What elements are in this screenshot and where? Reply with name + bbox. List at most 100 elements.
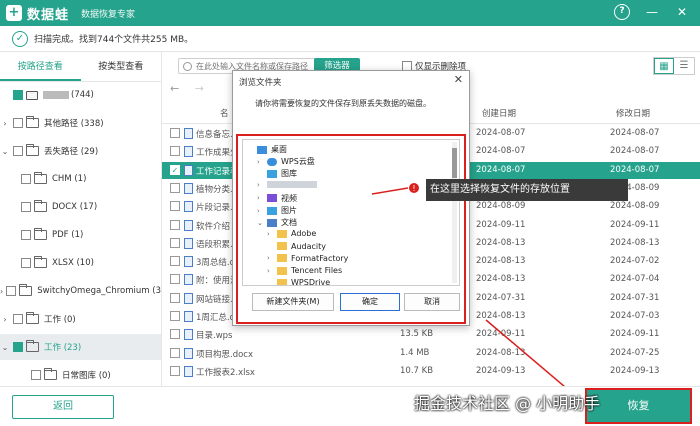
tree-item-chm[interactable]: CHM (1) xyxy=(0,166,161,192)
tree-item-work-23[interactable]: ⌄ 工作 (23) xyxy=(0,334,161,360)
chevron-down-icon[interactable]: ⌄ xyxy=(0,147,10,156)
file-name: 信息备忘.t xyxy=(196,130,237,140)
file-checkbox[interactable] xyxy=(170,219,180,230)
new-folder-button[interactable]: 新建文件夹(M) xyxy=(252,293,334,311)
file-checkbox[interactable] xyxy=(170,256,180,267)
tree-checkbox[interactable] xyxy=(13,314,23,324)
file-checkbox[interactable] xyxy=(170,128,180,138)
folder-icon xyxy=(34,200,47,212)
tree-checkbox[interactable] xyxy=(31,370,41,380)
chevron-right-icon[interactable]: › xyxy=(0,287,3,296)
folder-tree-item[interactable]: WPSDrive xyxy=(267,278,330,285)
folder-icon xyxy=(26,144,39,156)
tree-checkbox[interactable] xyxy=(13,342,23,352)
file-icon xyxy=(184,256,193,268)
cancel-button[interactable]: 取消 xyxy=(404,293,460,311)
file-checkbox[interactable] xyxy=(170,365,180,376)
column-created[interactable]: 创建日期 xyxy=(482,107,516,119)
folder-tree-item[interactable]: ⌄ 文档 xyxy=(257,217,297,228)
tree-checkbox[interactable] xyxy=(13,146,23,156)
file-checkbox[interactable] xyxy=(170,347,180,358)
column-name[interactable]: 名 xyxy=(220,107,229,119)
minimize-button[interactable]: — xyxy=(644,4,660,20)
tree-item-daily-gallery[interactable]: 日常图库 (0) xyxy=(0,362,161,388)
dialog-close-icon[interactable]: ✕ xyxy=(454,73,463,86)
folder-tree-item[interactable]: › Adobe xyxy=(267,229,316,238)
chevron-right-icon[interactable]: › xyxy=(0,119,10,128)
folder-tree-item[interactable]: › 图片 xyxy=(257,205,297,216)
chevron-icon[interactable]: › xyxy=(267,230,275,238)
tree-item-label: 工作 (23) xyxy=(44,343,82,353)
tree-checkbox[interactable] xyxy=(6,286,17,296)
tree-item-pdf[interactable]: PDF (1) xyxy=(0,222,161,248)
folder-tree-item[interactable]: › xyxy=(257,181,317,189)
grid-view-icon[interactable]: ▦ xyxy=(654,58,674,74)
back-button[interactable]: 返回 xyxy=(12,395,114,419)
tab-by-type[interactable]: 按类型查看 xyxy=(81,52,162,81)
tree-item-lost-paths[interactable]: ⌄ 丢失路径 (29) xyxy=(0,138,161,164)
file-checkbox[interactable] xyxy=(170,311,180,321)
file-checkbox[interactable] xyxy=(170,182,180,193)
ok-button[interactable]: 确定 xyxy=(340,293,400,311)
file-created: 2024-08-13 xyxy=(476,311,526,321)
chevron-icon[interactable]: › xyxy=(267,254,275,262)
tree-item-xlsx[interactable]: XLSX (10) xyxy=(0,250,161,276)
file-modified: 2024-08-09 xyxy=(610,201,660,212)
tree-checkbox[interactable] xyxy=(21,230,31,240)
file-checkbox[interactable] xyxy=(170,329,180,340)
folder-tree-label: WPS云盘 xyxy=(281,157,315,167)
tree-item-work-0[interactable]: › 工作 (0) xyxy=(0,306,161,332)
tree-checkbox[interactable] xyxy=(21,202,31,212)
recover-button[interactable]: 恢复 xyxy=(585,388,692,424)
forward-arrow-icon[interactable]: → xyxy=(195,82,204,95)
chevron-down-icon[interactable]: ⌄ xyxy=(0,343,10,352)
file-checkbox[interactable] xyxy=(170,274,180,285)
file-checkbox[interactable] xyxy=(170,292,180,303)
file-modified: 2024-08-07 xyxy=(610,164,660,175)
help-icon[interactable]: ? xyxy=(614,4,630,20)
tab-by-path[interactable]: 按路径查看 xyxy=(0,52,81,81)
close-button[interactable]: ✕ xyxy=(674,4,690,20)
column-modified[interactable]: 修改日期 xyxy=(616,107,650,119)
chevron-icon[interactable]: › xyxy=(267,267,275,275)
folder-tree-item[interactable]: › Tencent Files xyxy=(267,266,342,275)
tree-item-label: XLSX (10) xyxy=(52,258,94,268)
chevron-icon[interactable]: › xyxy=(257,158,265,166)
file-checkbox[interactable] xyxy=(170,201,180,212)
tree-item-docx[interactable]: DOCX (17) xyxy=(0,194,161,220)
file-icon xyxy=(184,292,193,304)
folder-tree-item[interactable]: › 视频 xyxy=(257,193,297,204)
file-created: 2024-09-11 xyxy=(476,219,526,230)
title-bar: + 数据蛙 数据恢复专家 ? — ✕ xyxy=(0,0,700,26)
tree-checkbox[interactable] xyxy=(13,118,23,128)
folder-tree-item[interactable]: › FormatFactory xyxy=(267,254,348,263)
tree-item-other-paths[interactable]: › 其他路径 (338) xyxy=(0,110,161,136)
file-row[interactable]: 目录.wps 13.5 KB 2024-09-11 2024-09-11 xyxy=(162,326,700,343)
tree-checkbox[interactable] xyxy=(13,90,23,100)
back-arrow-icon[interactable]: ← xyxy=(170,82,179,95)
tree-item-switchyomega[interactable]: › SwitchyOmega_Chromium (3 xyxy=(0,278,161,304)
file-checkbox[interactable]: ✓ xyxy=(170,164,180,175)
file-row[interactable]: 项目构思.docx 1.4 MB 2024-08-13 2024-07-25 xyxy=(162,345,700,362)
tree-item-drive[interactable]: (744) xyxy=(0,82,161,108)
folder-tree-item[interactable]: 图库 xyxy=(257,168,297,179)
file-row[interactable]: 工作报表2.xlsx 10.7 KB 2024-09-13 2024-09-13 xyxy=(162,363,700,380)
file-modified: 2024-07-02 xyxy=(610,256,660,267)
file-checkbox[interactable] xyxy=(170,237,180,248)
chevron-icon[interactable]: › xyxy=(257,181,265,189)
list-view-icon[interactable]: ☰ xyxy=(674,58,694,74)
file-modified: 2024-08-13 xyxy=(610,237,660,248)
folder-tree-item[interactable]: › WPS云盘 xyxy=(257,156,315,167)
fold-folder-icon xyxy=(277,254,287,263)
folder-tree-scrollbar[interactable] xyxy=(452,142,457,283)
chevron-icon[interactable]: ⌄ xyxy=(257,219,265,227)
tree-checkbox[interactable] xyxy=(21,174,31,184)
folder-tree-item[interactable]: Audacity xyxy=(267,242,326,251)
file-checkbox[interactable] xyxy=(170,146,180,157)
chevron-icon[interactable]: › xyxy=(257,207,265,215)
folder-tree-item[interactable]: 桌面 xyxy=(247,144,287,155)
chevron-icon[interactable]: › xyxy=(257,194,265,202)
tree-checkbox[interactable] xyxy=(21,258,31,268)
file-icon xyxy=(184,201,193,213)
chevron-right-icon[interactable]: › xyxy=(0,315,10,324)
